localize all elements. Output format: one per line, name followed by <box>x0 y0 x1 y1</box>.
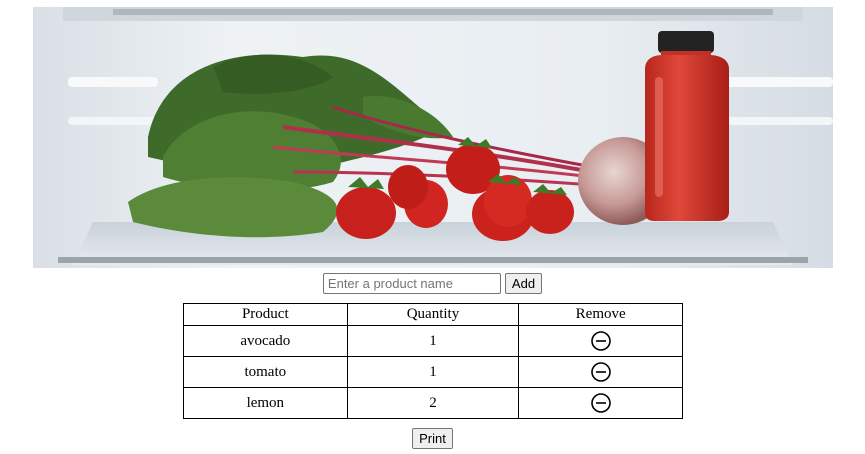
hero-image <box>33 7 833 268</box>
product-cell: lemon <box>183 387 348 419</box>
column-header-product: Product <box>183 303 348 326</box>
minus-circle-icon[interactable] <box>590 393 611 413</box>
add-product-form: Add <box>0 272 865 294</box>
remove-cell <box>518 356 683 388</box>
table-header-row: Product Quantity Remove <box>183 303 683 326</box>
quantity-cell: 1 <box>346 356 520 388</box>
table-row: lemon 2 <box>183 387 683 419</box>
add-button[interactable]: Add <box>504 272 543 294</box>
quantity-cell: 1 <box>346 325 520 357</box>
minus-circle-icon[interactable] <box>590 362 611 382</box>
remove-cell <box>518 387 683 419</box>
print-row: Print <box>0 428 865 449</box>
table-row: tomato 1 <box>183 356 683 388</box>
column-header-quantity: Quantity <box>346 303 520 326</box>
quantity-cell: 2 <box>346 387 520 419</box>
print-button[interactable]: Print <box>412 428 453 449</box>
product-name-input[interactable] <box>322 272 501 294</box>
product-cell: avocado <box>183 325 348 357</box>
product-cell: tomato <box>183 356 348 388</box>
minus-circle-icon[interactable] <box>590 331 611 351</box>
product-table: Product Quantity Remove avocado 1 tomato… <box>183 303 683 419</box>
column-header-remove: Remove <box>518 303 683 326</box>
remove-cell <box>518 325 683 357</box>
table-row: avocado 1 <box>183 325 683 357</box>
